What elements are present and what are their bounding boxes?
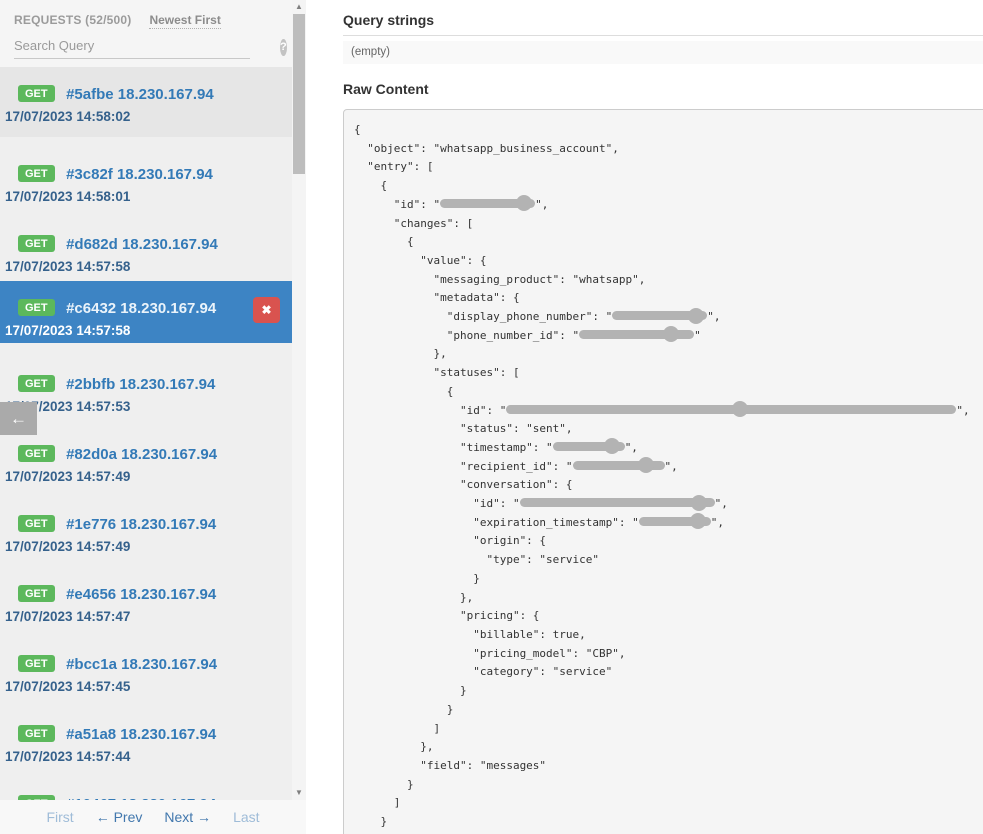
request-list-item[interactable]: GET #82d0a 18.230.167.94 17/07/2023 14:5… <box>0 417 296 487</box>
request-timestamp: 17/07/2023 14:57:49 <box>5 469 282 484</box>
method-badge: GET <box>18 165 55 182</box>
request-detail-panel: Query strings (empty) Raw Content { "obj… <box>306 0 983 834</box>
method-badge: GET <box>18 375 55 392</box>
method-badge: GET <box>18 655 55 672</box>
method-badge: GET <box>18 445 55 462</box>
method-badge: GET <box>18 85 55 102</box>
request-link[interactable]: #bcc1a 18.230.167.94 <box>66 656 217 673</box>
pagination-next[interactable]: Next → <box>164 809 211 825</box>
request-timestamp: 17/07/2023 14:58:01 <box>5 189 282 204</box>
redacted-value <box>573 461 665 470</box>
redacted-value <box>579 330 694 339</box>
scroll-down-icon[interactable]: ▼ <box>292 786 306 800</box>
scroll-up-icon[interactable]: ▲ <box>292 0 306 14</box>
pagination-prev[interactable]: ← Prev <box>96 809 143 825</box>
request-link[interactable]: #82d0a 18.230.167.94 <box>66 446 217 463</box>
method-badge: GET <box>18 235 55 252</box>
request-timestamp: 17/07/2023 14:57:44 <box>5 749 282 764</box>
request-link[interactable]: #a51a8 18.230.167.94 <box>66 726 216 743</box>
request-list-item[interactable]: GET #10467 18.230.167.94 ✖ <box>0 767 296 800</box>
request-timestamp: 17/07/2023 14:57:53 <box>5 399 282 414</box>
delete-request-button[interactable]: ✖ <box>253 297 280 323</box>
redacted-value <box>612 311 707 320</box>
request-list: GET #5afbe 18.230.167.94 17/07/2023 14:5… <box>0 67 296 800</box>
help-icon[interactable]: ? <box>280 39 287 56</box>
request-list-item[interactable]: GET #c6432 18.230.167.94 17/07/2023 14:5… <box>0 281 296 343</box>
request-list-item[interactable]: GET #bcc1a 18.230.167.94 17/07/2023 14:5… <box>0 627 296 697</box>
request-link[interactable]: #2bbfb 18.230.167.94 <box>66 376 215 393</box>
request-link[interactable]: #c6432 18.230.167.94 <box>66 300 216 317</box>
request-timestamp: 17/07/2023 14:58:02 <box>5 109 282 124</box>
requests-count-title: REQUESTS (52/500) <box>14 13 131 27</box>
requests-sidebar: REQUESTS (52/500) Newest First ? GET #5a… <box>0 0 306 834</box>
redacted-value <box>639 517 711 526</box>
sort-order-toggle[interactable]: Newest First <box>149 13 220 29</box>
query-strings-empty-value: (empty) <box>343 41 983 64</box>
request-list-item[interactable]: GET #e4656 18.230.167.94 17/07/2023 14:5… <box>0 557 296 627</box>
raw-content-code: { "object": "whatsapp_business_account",… <box>343 109 983 834</box>
request-timestamp: 17/07/2023 14:57:47 <box>5 609 282 624</box>
request-list-item[interactable]: GET #3c82f 18.230.167.94 17/07/2023 14:5… <box>0 137 296 207</box>
request-list-item[interactable]: GET #a51a8 18.230.167.94 17/07/2023 14:5… <box>0 697 296 767</box>
method-badge: GET <box>18 515 55 532</box>
method-badge: GET <box>18 299 55 316</box>
request-timestamp: 17/07/2023 14:57:58 <box>5 323 282 338</box>
raw-content-heading: Raw Content <box>343 81 983 97</box>
pagination-bar: First ← Prev Next → Last <box>0 800 306 834</box>
redacted-value <box>440 199 535 208</box>
pagination-last[interactable]: Last <box>233 809 259 825</box>
sidebar-scrollbar[interactable]: ▲ ▼ <box>292 0 306 800</box>
request-link[interactable]: #5afbe 18.230.167.94 <box>66 86 214 103</box>
method-badge: GET <box>18 585 55 602</box>
request-link[interactable]: #3c82f 18.230.167.94 <box>66 166 213 183</box>
request-timestamp: 17/07/2023 14:57:58 <box>5 259 282 274</box>
redacted-value <box>506 405 956 414</box>
request-link[interactable]: #e4656 18.230.167.94 <box>66 586 216 603</box>
request-timestamp: 17/07/2023 14:57:45 <box>5 679 282 694</box>
scrollbar-thumb[interactable] <box>293 14 305 174</box>
request-list-item[interactable]: GET #5afbe 18.230.167.94 17/07/2023 14:5… <box>0 67 296 137</box>
method-badge: GET <box>18 725 55 742</box>
request-list-item[interactable]: GET #d682d 18.230.167.94 17/07/2023 14:5… <box>0 207 296 277</box>
redacted-value <box>553 442 625 451</box>
collapse-sidebar-button[interactable]: ← <box>0 402 37 435</box>
request-list-item[interactable]: GET #2bbfb 18.230.167.94 17/07/2023 14:5… <box>0 347 296 417</box>
request-link[interactable]: #d682d 18.230.167.94 <box>66 236 218 253</box>
divider <box>343 35 983 36</box>
request-list-item[interactable]: GET #1e776 18.230.167.94 17/07/2023 14:5… <box>0 487 296 557</box>
pagination-first[interactable]: First <box>46 809 73 825</box>
redacted-value <box>520 498 715 507</box>
request-timestamp: 17/07/2023 14:57:49 <box>5 539 282 554</box>
search-input[interactable] <box>14 36 250 59</box>
query-strings-heading: Query strings <box>343 12 983 28</box>
request-link[interactable]: #1e776 18.230.167.94 <box>66 516 216 533</box>
sidebar-header: REQUESTS (52/500) Newest First ? <box>0 0 292 67</box>
